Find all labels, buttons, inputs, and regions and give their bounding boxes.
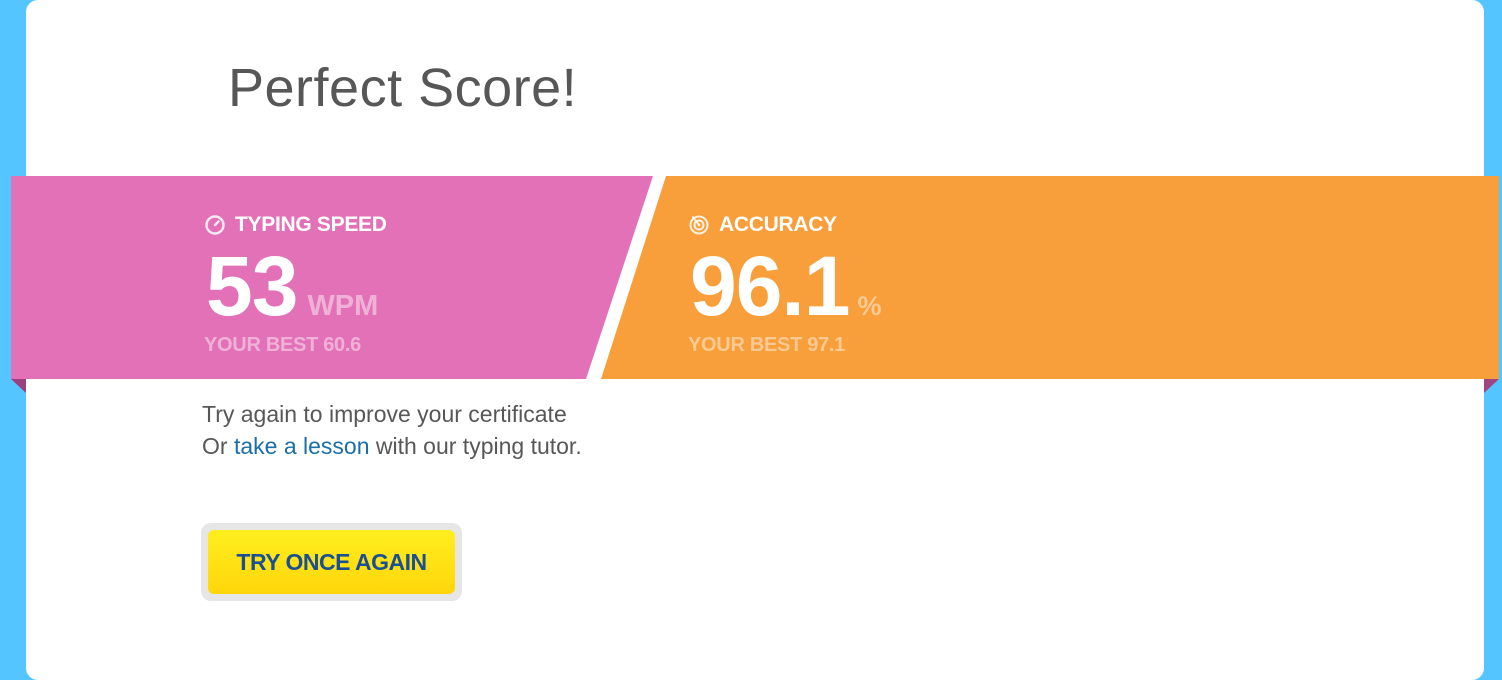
target-icon <box>688 214 710 236</box>
typing-speed-unit: WPM <box>307 290 379 322</box>
page-title: Perfect Score! <box>228 58 578 118</box>
improvement-message: Try again to improve your certificate Or… <box>202 398 582 462</box>
accuracy-value: 96.1 <box>690 239 850 333</box>
accuracy-value-row: 96.1 % <box>690 238 882 334</box>
typing-speed-best: YOUR BEST 60.6 <box>204 334 361 356</box>
typing-speed-value-row: 53 WPM <box>206 238 378 334</box>
message-line-2: Or take a lesson with our typing tutor. <box>202 430 582 462</box>
typing-speed-value: 53 <box>206 239 298 333</box>
accuracy-label-row: ACCURACY <box>688 213 837 237</box>
typing-speed-stat: TYPING SPEED 53 WPM YOUR BEST 60.6 <box>204 176 604 379</box>
accuracy-best: YOUR BEST 97.1 <box>688 334 845 356</box>
stopwatch-icon <box>204 214 226 236</box>
typing-speed-label: TYPING SPEED <box>235 213 387 236</box>
typing-speed-label-row: TYPING SPEED <box>204 213 387 237</box>
accuracy-unit: % <box>857 291 882 321</box>
accuracy-label: ACCURACY <box>719 213 837 236</box>
try-once-again-button[interactable]: TRY ONCE AGAIN <box>208 530 455 594</box>
retry-button-frame: TRY ONCE AGAIN <box>201 523 462 601</box>
message-line-2-suffix: with our typing tutor. <box>369 433 582 459</box>
results-banner: TYPING SPEED 53 WPM YOUR BEST 60.6 ACCUR… <box>11 176 1499 379</box>
ribbon-fold-left <box>11 379 26 393</box>
take-a-lesson-link[interactable]: take a lesson <box>234 433 370 459</box>
accuracy-stat: ACCURACY 96.1 % YOUR BEST 97.1 <box>688 176 1088 379</box>
message-line-1: Try again to improve your certificate <box>202 401 567 427</box>
message-line-2-prefix: Or <box>202 433 234 459</box>
ribbon-fold-right <box>1484 379 1499 393</box>
